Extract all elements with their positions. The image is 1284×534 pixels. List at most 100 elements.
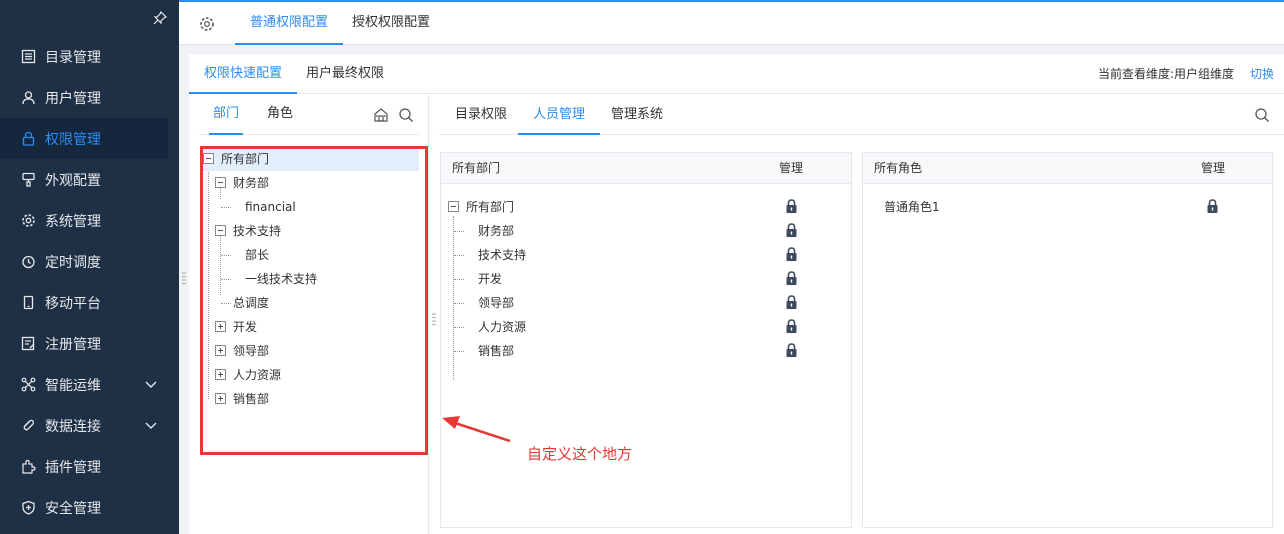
sidebar-item-label: 权限管理 (45, 131, 101, 148)
tree-node-tech[interactable]: 技术支持 (203, 219, 419, 243)
list-item[interactable]: 领导部 (441, 291, 851, 315)
tab-normal-permission[interactable]: 普通权限配置 (235, 2, 344, 45)
collapse-toggle[interactable] (448, 201, 459, 212)
tree-connector (454, 327, 464, 328)
tree-node-sales[interactable]: 销售部 (203, 387, 419, 411)
sidebar-item-ops[interactable]: 智能运维 (0, 364, 179, 405)
lock-icon[interactable] (786, 247, 797, 261)
card-header: 所有角色 管理 (863, 153, 1272, 184)
list-item[interactable]: 人力资源 (441, 315, 851, 339)
tab-role[interactable]: 角色 (263, 95, 297, 135)
sidebar-item-label: 系统管理 (45, 213, 101, 230)
sidebar-item-users[interactable]: 用户管理 (0, 77, 179, 118)
mobile-icon (20, 295, 36, 311)
tree-node-leaders[interactable]: 领导部 (203, 339, 419, 363)
list-item[interactable]: 所有部门 (441, 195, 851, 219)
tab-department[interactable]: 部门 (209, 95, 244, 135)
tree-node-label: 所有部门 (221, 152, 270, 166)
lock-icon[interactable] (786, 199, 797, 213)
collapse-toggle[interactable] (215, 225, 226, 236)
sidebar-item-permissions[interactable]: 权限管理 (0, 118, 168, 159)
splitter-handle[interactable] (432, 312, 436, 326)
tab-management-system[interactable]: 管理系统 (611, 95, 663, 135)
sidebar-item-label: 外观配置 (45, 172, 101, 189)
expand-toggle[interactable] (215, 369, 226, 380)
tree-node-finance[interactable]: 财务部 (203, 171, 419, 195)
tree-node-root[interactable]: 所有部门 (203, 147, 419, 171)
sidebar-item-label: 智能运维 (45, 377, 101, 394)
role-name: 普通角色1 (884, 200, 940, 214)
tree-node-dev[interactable]: 开发 (203, 315, 419, 339)
sidebar-item-data-connection[interactable]: 数据连接 (0, 405, 179, 446)
dept-name: 所有部门 (466, 200, 515, 214)
splitter-handle[interactable] (182, 271, 186, 285)
chevron-down-icon[interactable] (145, 419, 157, 431)
collapse-toggle[interactable] (215, 177, 226, 188)
chevron-down-icon[interactable] (145, 378, 157, 390)
sidebar-item-system[interactable]: 系统管理 (0, 200, 179, 241)
tree-node-hr[interactable]: 人力资源 (203, 363, 419, 387)
search-icon[interactable] (398, 107, 414, 123)
lock-icon[interactable] (786, 295, 797, 309)
tree-node-financial[interactable]: financial (203, 195, 419, 219)
collapse-toggle[interactable] (203, 153, 214, 164)
tree-node-label: 人力资源 (233, 368, 282, 382)
lock-icon[interactable] (786, 343, 797, 357)
sidebar-item-register[interactable]: 注册管理 (0, 323, 179, 364)
expand-toggle[interactable] (215, 345, 226, 356)
tab-final-permission[interactable]: 用户最终权限 (306, 54, 384, 94)
switch-link[interactable]: 切换 (1250, 54, 1274, 94)
dept-name: 人力资源 (478, 320, 527, 334)
list-item[interactable]: 技术支持 (441, 243, 851, 267)
sidebar-item-label: 插件管理 (45, 459, 101, 476)
tree-connector (454, 231, 464, 232)
dept-name: 领导部 (478, 296, 515, 310)
sidebar-item-label: 安全管理 (45, 500, 101, 517)
left-panel-tabs: 部门 角色 (199, 95, 418, 135)
gear-icon (20, 213, 36, 229)
expand-toggle[interactable] (215, 321, 226, 332)
tree-node-frontline[interactable]: 一线技术支持 (203, 267, 419, 291)
sidebar-item-appearance[interactable]: 外观配置 (0, 159, 179, 200)
department-permission-card: 所有部门 管理 所有部门 财务部 技术支持 开发 领导部 人力资源 销售部 (440, 152, 852, 528)
link-icon (20, 418, 36, 434)
shield-icon (20, 500, 36, 516)
sidebar-item-mobile[interactable]: 移动平台 (0, 282, 179, 323)
tree-node-label: 部长 (245, 248, 270, 262)
list-item[interactable]: 财务部 (441, 219, 851, 243)
catalog-icon (20, 49, 36, 65)
lock-icon[interactable] (786, 271, 797, 285)
tree-connector (221, 255, 231, 256)
lock-icon[interactable] (786, 319, 797, 333)
building-icon[interactable] (373, 107, 389, 123)
sidebar-item-plugins[interactable]: 插件管理 (0, 446, 179, 487)
sidebar-item-label: 目录管理 (45, 49, 101, 66)
sidebar-item-label: 用户管理 (45, 90, 101, 107)
tree-connector (221, 303, 231, 304)
list-item[interactable]: 销售部 (441, 339, 851, 363)
card-header-title: 所有部门 (452, 161, 501, 175)
annotation-arrow-icon (442, 416, 511, 443)
tree-node-dispatch[interactable]: 总调度 (203, 291, 419, 315)
list-item[interactable]: 开发 (441, 267, 851, 291)
search-icon[interactable] (1254, 107, 1270, 123)
register-icon (20, 336, 36, 352)
tab-catalog-permission[interactable]: 目录权限 (455, 95, 507, 135)
tree-node-dept-head[interactable]: 部长 (203, 243, 419, 267)
tree-connector (221, 207, 231, 208)
sidebar-item-catalog[interactable]: 目录管理 (0, 36, 179, 77)
right-tabs: 目录权限 人员管理 管理系统 (439, 95, 1284, 135)
list-item[interactable]: 普通角色1 (863, 195, 1272, 219)
dept-name: 技术支持 (478, 248, 527, 262)
lock-icon[interactable] (786, 223, 797, 237)
tab-quick-config[interactable]: 权限快速配置 (189, 54, 298, 94)
tab-personnel-management[interactable]: 人员管理 (518, 95, 601, 135)
tab-authorize-permission[interactable]: 授权权限配置 (352, 2, 430, 45)
dept-name: 财务部 (478, 224, 515, 238)
sidebar-item-schedule[interactable]: 定时调度 (0, 241, 179, 282)
sidebar-item-security[interactable]: 安全管理 (0, 487, 179, 528)
expand-toggle[interactable] (215, 393, 226, 404)
lock-icon[interactable] (1207, 199, 1218, 213)
pin-icon[interactable] (153, 11, 167, 25)
gear-icon[interactable] (199, 16, 215, 32)
